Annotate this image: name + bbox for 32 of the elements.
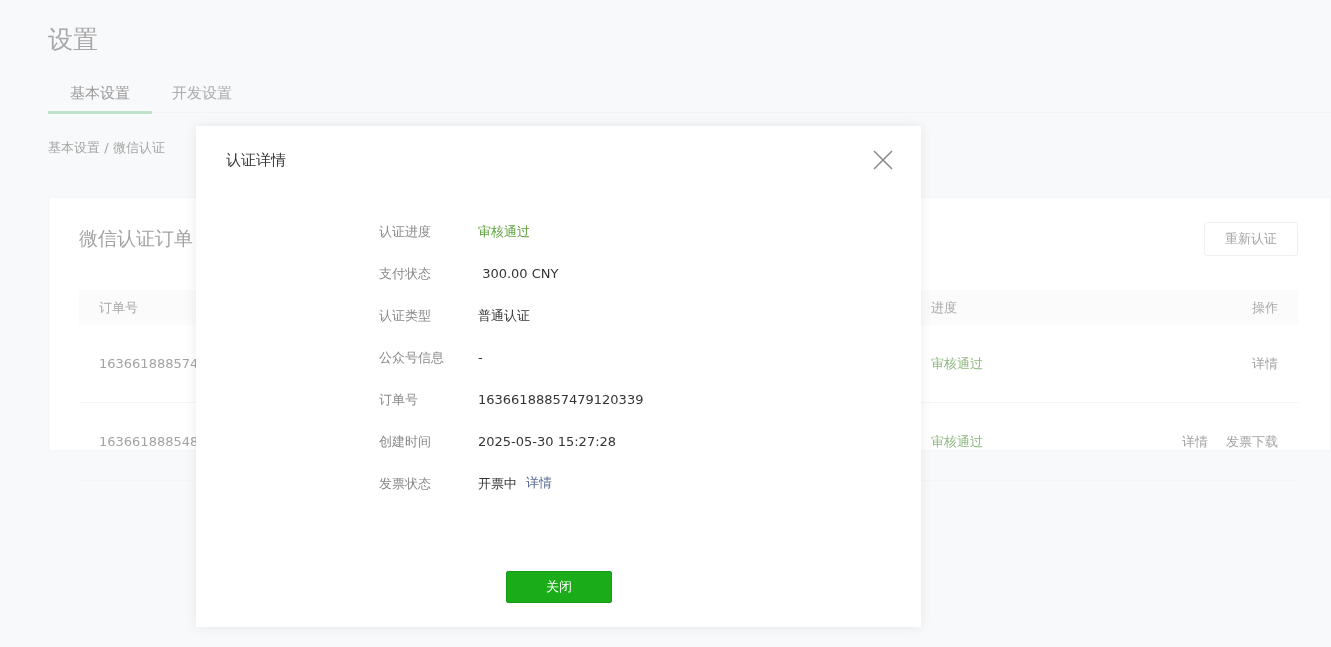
status-text: 审核通过 bbox=[931, 354, 983, 373]
field-label: 支付状态 bbox=[379, 265, 432, 283]
detail-link[interactable]: 详情 bbox=[526, 474, 552, 494]
action-link[interactable]: 详情 bbox=[1252, 354, 1278, 373]
dialog-title: 认证详情 bbox=[226, 150, 286, 170]
tab[interactable]: 基本设置 bbox=[48, 84, 152, 114]
field-label: 订单号 bbox=[379, 391, 419, 409]
field-value: 2025-05-30 15:27:28 bbox=[478, 433, 618, 451]
field-value: 普通认证 bbox=[478, 307, 531, 325]
close-button[interactable]: 关闭 bbox=[505, 571, 612, 603]
column-header: 操作 bbox=[1162, 290, 1298, 325]
field-label: 认证进度 bbox=[379, 223, 432, 241]
order-number: 163661888574 bbox=[99, 356, 199, 371]
breadcrumb: 基本设置 / 微信认证 bbox=[48, 139, 165, 157]
close-icon[interactable] bbox=[873, 150, 893, 170]
field-label: 创建时间 bbox=[379, 433, 432, 451]
order-number: 163661888548 bbox=[99, 434, 199, 449]
status-text: 审核通过 bbox=[931, 432, 983, 451]
action-link[interactable]: 发票下载 bbox=[1226, 432, 1278, 451]
field-value: - bbox=[478, 349, 484, 367]
page-title: 设置 bbox=[48, 24, 98, 56]
field-value: 开票中 bbox=[478, 475, 517, 493]
action-link[interactable]: 详情 bbox=[1182, 432, 1208, 451]
field-label: 公众号信息 bbox=[379, 349, 445, 367]
status-value: 审核通过 bbox=[478, 223, 531, 241]
reauth-button[interactable]: 重新认证 bbox=[1204, 222, 1298, 256]
field-label: 认证类型 bbox=[379, 307, 432, 325]
field-label: 发票状态 bbox=[379, 475, 432, 493]
tab[interactable]: 开发设置 bbox=[152, 84, 252, 114]
field-value: 16366188857479120339 bbox=[478, 391, 645, 409]
card-title: 微信认证订单 bbox=[79, 226, 193, 251]
field-value: 300.00 CNY bbox=[481, 265, 560, 283]
